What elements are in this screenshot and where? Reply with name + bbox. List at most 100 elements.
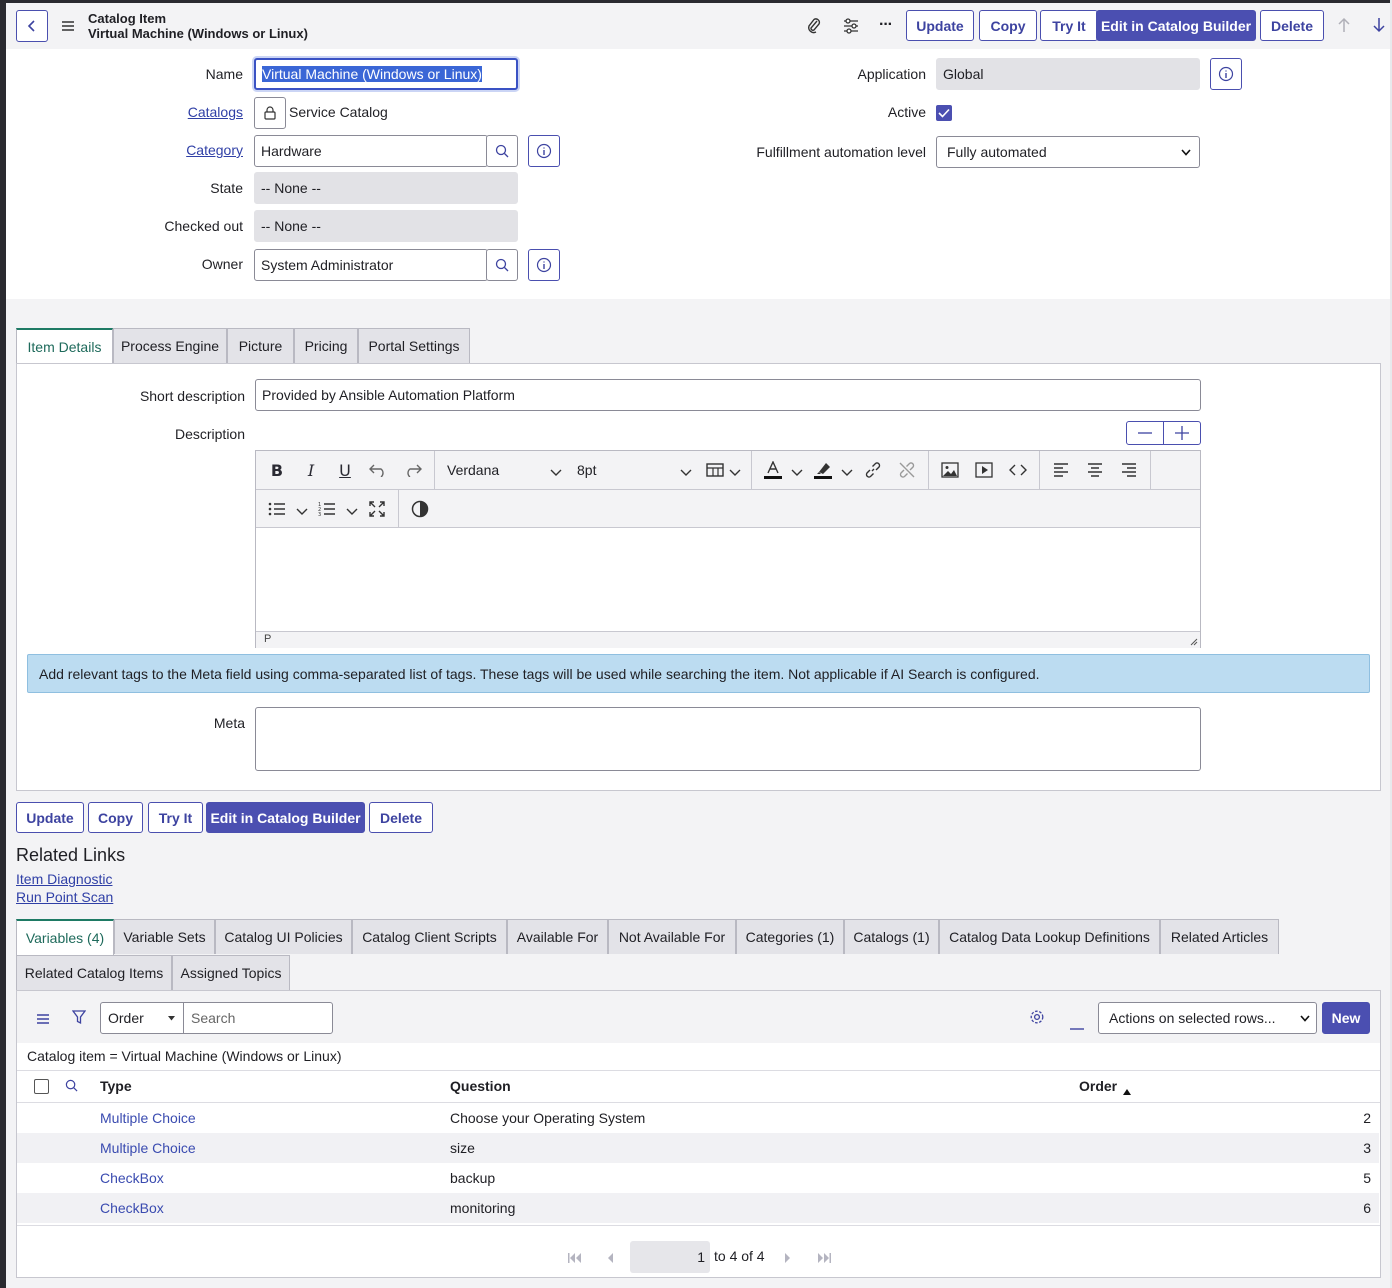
category-label[interactable]: Category — [120, 142, 243, 158]
redo-icon[interactable] — [400, 457, 426, 483]
owner-info-button[interactable] — [528, 249, 560, 281]
owner-search-button[interactable] — [486, 249, 518, 281]
category-search-button[interactable] — [486, 135, 518, 167]
paperclip-icon[interactable] — [806, 17, 822, 38]
tab-not-available-for[interactable]: Not Available For — [608, 919, 736, 954]
short-description-input[interactable]: Provided by Ansible Automation Platform — [255, 379, 1201, 411]
column-search-icon[interactable] — [65, 1079, 78, 1095]
text-color-icon[interactable] — [760, 457, 786, 483]
page-number-input[interactable]: 1 — [630, 1241, 710, 1273]
settings-sliders-icon[interactable] — [842, 18, 860, 37]
back-button[interactable] — [16, 10, 48, 42]
next-page-icon[interactable] — [784, 1250, 791, 1266]
font-family-select[interactable]: Verdana — [447, 462, 499, 478]
font-size-select[interactable]: 8pt — [577, 462, 596, 478]
image-icon[interactable] — [937, 457, 963, 483]
owner-input[interactable]: System Administrator — [254, 249, 488, 281]
column-header-type[interactable]: Type — [100, 1078, 132, 1094]
next-record-icon[interactable] — [1372, 17, 1386, 36]
tab-variables[interactable]: Variables (4) — [16, 919, 114, 955]
list-menu-icon[interactable] — [36, 1012, 50, 1028]
fulfillment-select[interactable]: Fully automated — [936, 136, 1200, 168]
category-info-button[interactable] — [528, 135, 560, 167]
lock-button[interactable] — [254, 97, 286, 129]
tab-pricing[interactable]: Pricing — [294, 328, 358, 363]
expand-editor-button[interactable] — [1163, 421, 1201, 445]
tab-catalogs[interactable]: Catalogs (1) — [844, 919, 939, 954]
last-page-icon[interactable] — [817, 1250, 831, 1266]
row-type-link[interactable]: Multiple Choice — [100, 1110, 196, 1126]
new-button[interactable]: New — [1322, 1002, 1370, 1034]
delete-button[interactable]: Delete — [1260, 10, 1324, 41]
code-icon[interactable] — [1005, 457, 1031, 483]
name-input[interactable]: Virtual Machine (Windows or Linux) — [254, 58, 518, 90]
link-icon[interactable] — [860, 457, 886, 483]
underline-icon[interactable]: U — [332, 457, 358, 483]
catalogs-label[interactable]: Catalogs — [120, 104, 243, 120]
highlight-color-icon[interactable] — [810, 457, 836, 483]
chevron-down-icon[interactable] — [841, 464, 853, 480]
chevron-down-icon[interactable] — [729, 464, 741, 480]
previous-page-icon[interactable] — [607, 1250, 614, 1266]
chevron-down-icon[interactable] — [680, 464, 692, 480]
chevron-down-icon[interactable] — [550, 464, 562, 480]
tab-catalog-ui-policies[interactable]: Catalog UI Policies — [215, 919, 352, 954]
tab-related-articles[interactable]: Related Articles — [1160, 919, 1279, 954]
bullet-list-icon[interactable] — [264, 496, 290, 522]
filter-icon[interactable] — [71, 1010, 87, 1028]
category-input[interactable]: Hardware — [254, 135, 488, 167]
fullscreen-icon[interactable] — [364, 496, 390, 522]
edit-in-catalog-builder-button-bottom[interactable]: Edit in Catalog Builder — [206, 802, 365, 833]
copy-button[interactable]: Copy — [979, 10, 1037, 41]
row-type-link[interactable]: Multiple Choice — [100, 1140, 196, 1156]
edit-in-catalog-builder-button[interactable]: Edit in Catalog Builder — [1096, 10, 1256, 41]
select-all-checkbox[interactable] — [34, 1079, 49, 1094]
list-breadcrumb[interactable]: Catalog item = Virtual Machine (Windows … — [27, 1048, 342, 1064]
contrast-icon[interactable] — [407, 496, 433, 522]
tab-catalog-data-lookup-definitions[interactable]: Catalog Data Lookup Definitions — [939, 919, 1160, 954]
copy-button-bottom[interactable]: Copy — [88, 802, 143, 833]
try-it-button[interactable]: Try It — [1040, 10, 1098, 41]
resize-handle-icon[interactable] — [1190, 638, 1198, 646]
chevron-down-icon[interactable] — [296, 503, 308, 519]
tab-item-details[interactable]: Item Details — [16, 328, 113, 364]
previous-record-icon[interactable] — [1337, 17, 1351, 36]
more-options-icon[interactable]: ··· — [879, 16, 893, 34]
align-left-icon[interactable] — [1048, 457, 1074, 483]
chevron-down-icon[interactable] — [346, 503, 358, 519]
first-page-icon[interactable] — [568, 1250, 582, 1266]
try-it-button-bottom[interactable]: Try It — [148, 802, 203, 833]
collapse-list-icon[interactable] — [1070, 1017, 1084, 1033]
search-field-select[interactable]: Order — [100, 1002, 184, 1034]
run-point-scan-link[interactable]: Run Point Scan — [16, 889, 113, 905]
column-header-question[interactable]: Question — [450, 1078, 511, 1094]
row-type-link[interactable]: CheckBox — [100, 1170, 164, 1186]
tab-available-for[interactable]: Available For — [507, 919, 608, 954]
align-right-icon[interactable] — [1116, 457, 1142, 483]
application-info-button[interactable] — [1210, 58, 1242, 90]
form-menu-icon[interactable] — [61, 19, 75, 35]
video-icon[interactable] — [971, 457, 997, 483]
tab-portal-settings[interactable]: Portal Settings — [358, 328, 470, 363]
align-center-icon[interactable] — [1082, 457, 1108, 483]
tab-picture[interactable]: Picture — [227, 328, 294, 363]
tab-related-catalog-items[interactable]: Related Catalog Items — [16, 955, 172, 990]
search-input[interactable]: Search — [183, 1002, 333, 1034]
column-header-order[interactable]: Order — [1079, 1078, 1117, 1094]
italic-icon[interactable]: I — [298, 457, 324, 483]
unlink-icon[interactable] — [894, 457, 920, 483]
tab-assigned-topics[interactable]: Assigned Topics — [172, 955, 290, 990]
undo-icon[interactable] — [365, 457, 391, 483]
item-diagnostic-link[interactable]: Item Diagnostic — [16, 871, 112, 887]
tab-categories[interactable]: Categories (1) — [736, 919, 844, 954]
tab-process-engine[interactable]: Process Engine — [113, 328, 227, 363]
bold-icon[interactable]: B — [264, 457, 290, 483]
update-button[interactable]: Update — [906, 10, 974, 41]
chevron-down-icon[interactable] — [791, 464, 803, 480]
actions-select[interactable]: Actions on selected rows... — [1098, 1002, 1317, 1034]
row-type-link[interactable]: CheckBox — [100, 1200, 164, 1216]
numbered-list-icon[interactable]: 123 — [314, 496, 340, 522]
update-button-bottom[interactable]: Update — [16, 802, 84, 833]
rich-text-editor[interactable]: B I U Verdana 8pt 1 2 3 P — [255, 450, 1201, 648]
meta-textarea[interactable] — [255, 707, 1201, 771]
